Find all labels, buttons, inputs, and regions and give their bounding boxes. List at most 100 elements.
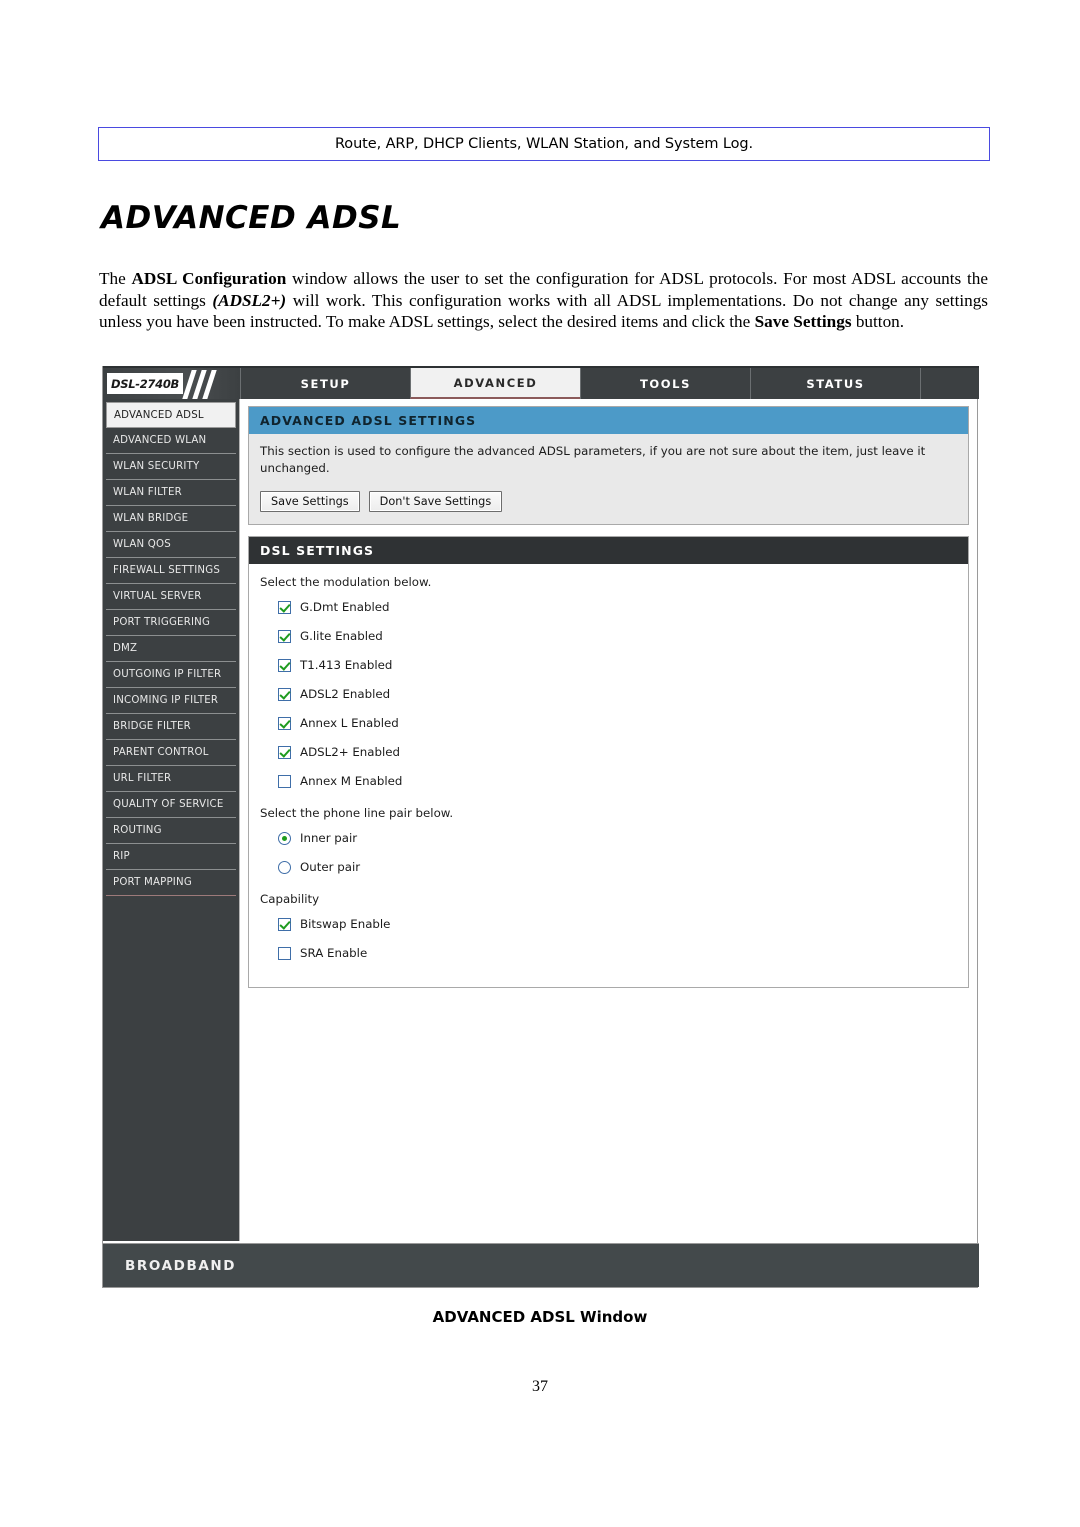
modulation-row-annex-m-enabled[interactable]: Annex M Enabled xyxy=(278,770,957,792)
sidebar-item-url-filter[interactable]: URL FILTER xyxy=(106,766,236,792)
sidebar-item-label: RIP xyxy=(113,851,130,862)
radio-outer-pair[interactable] xyxy=(278,860,291,874)
checkbox-adsl2-enabled[interactable] xyxy=(278,687,291,701)
tab-setup[interactable]: SETUP xyxy=(240,368,410,399)
sidebar-item-label: PARENT CONTROL xyxy=(113,747,209,758)
sidebar-item-label: WLAN QOS xyxy=(113,539,171,550)
settings-description: This section is used to configure the ad… xyxy=(260,444,926,475)
sidebar-item-label: DMZ xyxy=(113,643,138,654)
modulation-label-adsl2-enabled: ADSL2+ Enabled xyxy=(300,745,401,759)
checkbox-annex-m-enabled[interactable] xyxy=(278,774,291,788)
sidebar-item-dmz[interactable]: DMZ xyxy=(106,636,236,662)
sidebar-item-incoming-ip-filter[interactable]: INCOMING IP FILTER xyxy=(106,688,236,714)
logo-model-text: DSL-2740B xyxy=(110,376,179,391)
sidebar-item-advanced-wlan[interactable]: ADVANCED WLAN xyxy=(106,428,236,454)
manual-page: Route, ARP, DHCP Clients, WLAN Station, … xyxy=(0,0,1080,1527)
sidebar-item-parent-control[interactable]: PARENT CONTROL xyxy=(106,740,236,766)
advanced-adsl-settings-header: ADVANCED ADSL SETTINGS xyxy=(249,407,968,434)
sidebar-item-label: INCOMING IP FILTER xyxy=(113,695,219,706)
sidebar-item-label: ROUTING xyxy=(113,825,162,836)
advanced-adsl-settings-body: This section is used to configure the ad… xyxy=(249,434,968,524)
phone-pair-options-group: Inner pair Outer pair xyxy=(260,827,957,878)
tab-status[interactable]: STATUS xyxy=(750,368,920,399)
para-part-4: button. xyxy=(851,312,905,331)
sidebar-item-label: PORT MAPPING xyxy=(113,877,192,888)
modulation-row-g-dmt-enabled[interactable]: G.Dmt Enabled xyxy=(278,596,957,618)
sidebar-item-label: OUTGOING IP FILTER xyxy=(113,669,222,680)
settings-button-row: Save Settings Don't Save Settings xyxy=(260,491,957,512)
sidebar-item-port-mapping[interactable]: PORT MAPPING xyxy=(106,870,236,896)
modulation-label: Select the modulation below. xyxy=(260,575,432,589)
sidebar-item-label: VIRTUAL SERVER xyxy=(113,591,202,602)
sidebar-item-outgoing-ip-filter[interactable]: OUTGOING IP FILTER xyxy=(106,662,236,688)
checkbox-t1-413-enabled[interactable] xyxy=(278,658,291,672)
capability-row-sra-enable[interactable]: SRA Enable xyxy=(278,942,957,964)
radio-inner-pair[interactable] xyxy=(278,831,291,845)
logo-plate: DSL-2740B xyxy=(107,373,183,394)
modulation-label-annex-m-enabled: Annex M Enabled xyxy=(300,774,403,788)
footer-brand-text: BROADBAND xyxy=(125,1257,237,1274)
para-bold-save-settings: Save Settings xyxy=(754,312,852,331)
dont-save-settings-button[interactable]: Don't Save Settings xyxy=(368,491,503,512)
sidebar-item-wlan-bridge[interactable]: WLAN BRIDGE xyxy=(106,506,236,532)
modulation-label-adsl2-enabled: ADSL2 Enabled xyxy=(300,687,391,701)
modulation-row-adsl2-enabled[interactable]: ADSL2+ Enabled xyxy=(278,741,957,763)
phone-pair-label-outer-pair: Outer pair xyxy=(300,860,361,874)
sidebar-item-label: WLAN SECURITY xyxy=(113,461,200,472)
para-bold-adsl-configuration: ADSL Configuration xyxy=(131,269,287,288)
sidebar-item-label: URL FILTER xyxy=(113,773,172,784)
sidebar-item-bridge-filter[interactable]: BRIDGE FILTER xyxy=(106,714,236,740)
running-head-box: Route, ARP, DHCP Clients, WLAN Station, … xyxy=(98,127,990,161)
sidebar-item-virtual-server[interactable]: VIRTUAL SERVER xyxy=(106,584,236,610)
checkbox-adsl2-enabled[interactable] xyxy=(278,745,291,759)
sidebar-item-label: PORT TRIGGERING xyxy=(113,617,211,628)
main-content-area: ADVANCED ADSL SETTINGS This section is u… xyxy=(240,399,977,1241)
modulation-label-g-lite-enabled: G.lite Enabled xyxy=(300,629,383,643)
sidebar-item-label: ADVANCED ADSL xyxy=(114,409,204,421)
router-admin-ui: DSL-2740B SETUP ADVANCED TOOLS STATUS AD… xyxy=(102,366,979,1288)
sidebar-item-label: BRIDGE FILTER xyxy=(113,721,191,732)
dsl-settings-body: Select the modulation below. G.Dmt Enabl… xyxy=(249,564,968,987)
modulation-row-g-lite-enabled[interactable]: G.lite Enabled xyxy=(278,625,957,647)
sidebar-item-routing[interactable]: ROUTING xyxy=(106,818,236,844)
checkbox-annex-l-enabled[interactable] xyxy=(278,716,291,730)
dsl-settings-panel: DSL SETTINGS Select the modulation below… xyxy=(248,536,969,988)
tab-tools[interactable]: TOOLS xyxy=(580,368,750,399)
modulation-row-adsl2-enabled[interactable]: ADSL2 Enabled xyxy=(278,683,957,705)
running-head-text: Route, ARP, DHCP Clients, WLAN Station, … xyxy=(334,136,754,152)
sidebar-item-wlan-security[interactable]: WLAN SECURITY xyxy=(106,454,236,480)
modulation-options-group: G.Dmt Enabled G.lite Enabled T1.413 Enable… xyxy=(260,596,957,792)
sidebar-item-firewall-settings[interactable]: FIREWALL SETTINGS xyxy=(106,558,236,584)
capability-row-bitswap-enable[interactable]: Bitswap Enable xyxy=(278,913,957,935)
phone-pair-row-outer-pair[interactable]: Outer pair xyxy=(278,856,957,878)
sidebar-item-rip[interactable]: RIP xyxy=(106,844,236,870)
sidebar-item-port-triggering[interactable]: PORT TRIGGERING xyxy=(106,610,236,636)
nav-filler xyxy=(920,368,979,399)
sidebar-item-advanced-adsl[interactable]: ADVANCED ADSL xyxy=(106,402,236,428)
sidebar-item-label: WLAN BRIDGE xyxy=(113,513,189,524)
sidebar-item-wlan-qos[interactable]: WLAN QOS xyxy=(106,532,236,558)
save-settings-button[interactable]: Save Settings xyxy=(260,491,360,512)
checkbox-g-dmt-enabled[interactable] xyxy=(278,600,291,614)
phone-pair-row-inner-pair[interactable]: Inner pair xyxy=(278,827,957,849)
body-paragraph: The ADSL Configuration window allows the… xyxy=(99,268,988,333)
sidebar-item-label: QUALITY OF SERVICE xyxy=(113,799,224,810)
checkbox-bitswap-enable[interactable] xyxy=(278,917,291,931)
sidebar-item-label: ADVANCED WLAN xyxy=(113,435,207,446)
modulation-label-annex-l-enabled: Annex L Enabled xyxy=(300,716,399,730)
capability-label-sra-enable: SRA Enable xyxy=(300,946,368,960)
checkbox-g-lite-enabled[interactable] xyxy=(278,629,291,643)
para-italic-adsl2plus: (ADSL2+) xyxy=(212,290,287,310)
phone-pair-label: Select the phone line pair below. xyxy=(260,806,454,820)
modulation-row-t1-413-enabled[interactable]: T1.413 Enabled xyxy=(278,654,957,676)
para-part-1: The xyxy=(99,269,132,288)
modulation-row-annex-l-enabled[interactable]: Annex L Enabled xyxy=(278,712,957,734)
modulation-label-g-dmt-enabled: G.Dmt Enabled xyxy=(300,600,390,614)
sidebar-menu: ADVANCED ADSL ADVANCED WLAN WLAN SECURITY W… xyxy=(103,399,240,1241)
checkbox-sra-enable[interactable] xyxy=(278,946,291,960)
tab-advanced[interactable]: ADVANCED xyxy=(410,368,580,399)
sidebar-item-quality-of-service[interactable]: QUALITY OF SERVICE xyxy=(106,792,236,818)
sidebar-item-label: FIREWALL SETTINGS xyxy=(113,565,221,576)
sidebar-item-wlan-filter[interactable]: WLAN FILTER xyxy=(106,480,236,506)
page-title: ADVANCED ADSL xyxy=(101,200,402,236)
